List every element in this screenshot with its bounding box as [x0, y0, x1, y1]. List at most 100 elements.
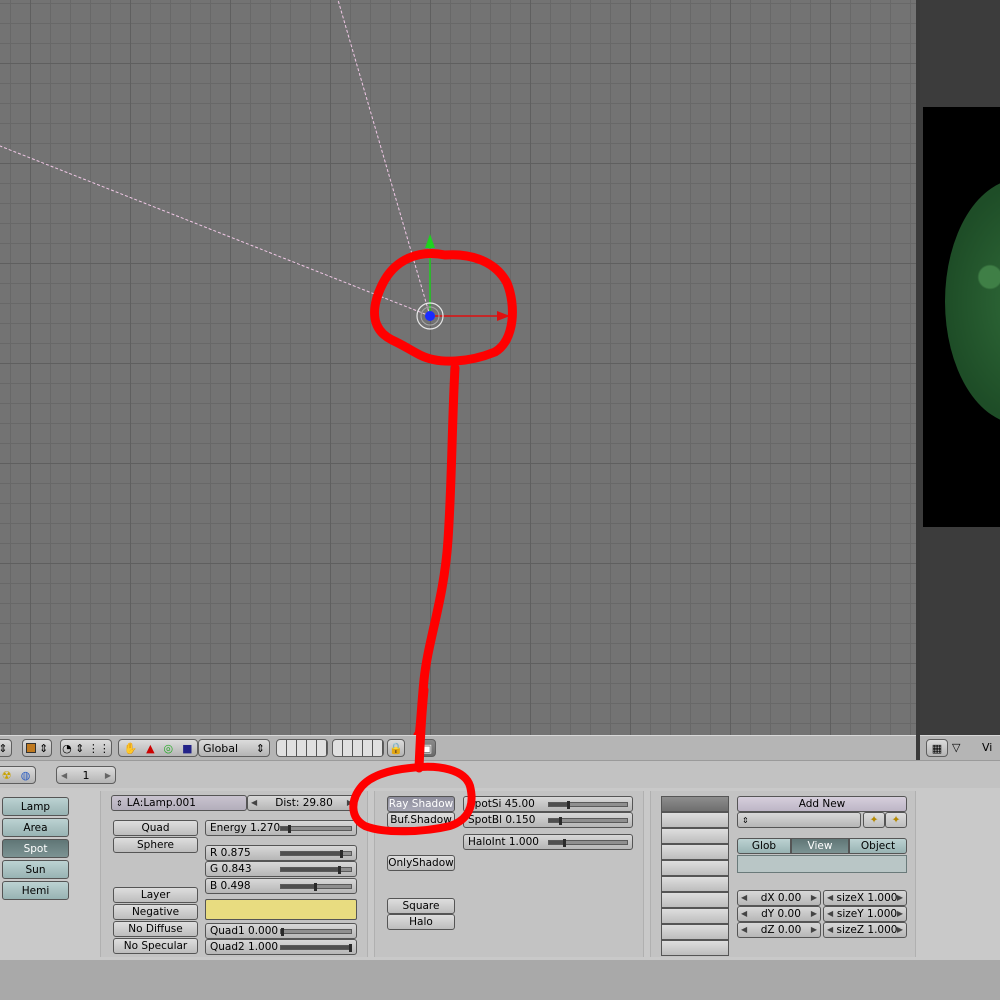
texture-channel-5[interactable]: [661, 860, 729, 876]
lamp-type-hemi[interactable]: Hemi: [2, 881, 69, 900]
halo-intensity-slider[interactable]: HaloInt 1.000: [463, 834, 633, 850]
lamp-color-swatch[interactable]: [205, 899, 357, 920]
arrow-left-icon[interactable]: ◀: [827, 925, 833, 934]
texture-channel-7[interactable]: [661, 892, 729, 908]
no-specular-button[interactable]: No Specular: [113, 938, 198, 954]
orientation-select[interactable]: Global ⇕: [198, 739, 270, 757]
texture-channel-10[interactable]: [661, 940, 729, 956]
texture-channel-3[interactable]: [661, 828, 729, 844]
negative-button[interactable]: Negative: [113, 904, 198, 920]
texture-channel-1[interactable]: [661, 796, 729, 812]
quad1-track: [280, 928, 352, 936]
world-icon[interactable]: ◍: [21, 769, 31, 782]
layer-buttons-left[interactable]: [276, 739, 328, 757]
texture-channel-2[interactable]: [661, 812, 729, 828]
texture-browse-field[interactable]: ⇕: [737, 812, 861, 828]
only-shadow-button[interactable]: OnlyShadow: [387, 855, 455, 871]
texture-channel-4[interactable]: [661, 844, 729, 860]
lock-icon[interactable]: 🔒: [387, 739, 405, 757]
size-z-field[interactable]: ◀ sizeZ 1.000 ▶: [823, 922, 907, 938]
red-slider[interactable]: R 0.875: [205, 845, 357, 861]
size-x-field[interactable]: ◀ sizeX 1.000 ▶: [823, 890, 907, 906]
size-y-field[interactable]: ◀ sizeY 1.000 ▶: [823, 906, 907, 922]
transform-manipulator-group[interactable]: ✋ ▲ ◎ ■: [118, 739, 198, 757]
blue-track: [280, 883, 352, 891]
buttons-window-header: ☢ ◍ ◀ 1 ▶: [0, 760, 1000, 788]
object-name-field[interactable]: [737, 855, 907, 873]
halo-button[interactable]: Halo: [387, 914, 455, 930]
arrow-right-icon[interactable]: ▶: [897, 925, 903, 934]
red-annotation-connector: [413, 363, 460, 735]
arrow-right-icon[interactable]: ▶: [897, 909, 903, 918]
editor-type-icon[interactable]: ▦: [926, 739, 948, 757]
scale-icon[interactable]: ■: [182, 742, 192, 755]
arrow-left-icon[interactable]: ◀: [741, 893, 747, 902]
buf-shadow-button[interactable]: Buf.Shadow: [387, 812, 455, 828]
sphere-button[interactable]: Sphere: [113, 837, 198, 853]
render-view-icon[interactable]: ▣: [418, 739, 436, 757]
arrow-right-icon[interactable]: ▶: [897, 893, 903, 902]
add-new-texture-button[interactable]: Add New: [737, 796, 907, 812]
coords-glob-button[interactable]: Glob: [737, 838, 791, 854]
menu-toggle-icon[interactable]: ⇕: [0, 739, 12, 757]
lamp-type-sun[interactable]: Sun: [2, 860, 69, 879]
offset-y-field[interactable]: ◀ dY 0.00 ▶: [737, 906, 821, 922]
arrow-right-icon[interactable]: ▶: [105, 771, 111, 780]
arrow-left-icon[interactable]: ◀: [61, 771, 67, 780]
green-label: G 0.843: [210, 863, 252, 875]
texture-copy-icon[interactable]: ✦: [863, 812, 885, 828]
lamp-name-field[interactable]: ⇕ LA:Lamp.001: [111, 795, 247, 811]
offset-x-field[interactable]: ◀ dX 0.00 ▶: [737, 890, 821, 906]
arrow-right-icon[interactable]: ▶: [811, 893, 817, 902]
energy-slider[interactable]: Energy 1.270: [205, 820, 357, 836]
texture-paste-icon[interactable]: ✦: [885, 812, 907, 828]
texture-channel-8[interactable]: [661, 908, 729, 924]
arrow-left-icon[interactable]: ◀: [741, 909, 747, 918]
layer-button[interactable]: Layer: [113, 887, 198, 903]
quad2-slider[interactable]: Quad2 1.000: [205, 939, 357, 955]
hand-icon[interactable]: ✋: [123, 742, 137, 755]
ray-shadow-button[interactable]: Ray Shadow: [387, 796, 455, 812]
green-slider[interactable]: G 0.843: [205, 861, 357, 877]
texture-channel-6[interactable]: [661, 876, 729, 892]
arrow-left-icon[interactable]: ◀: [827, 909, 833, 918]
texture-channel-9[interactable]: [661, 924, 729, 940]
lamp-type-spot[interactable]: Spot: [2, 839, 69, 858]
spot-cone-line-left: [0, 145, 431, 317]
spot-blend-slider[interactable]: SpotBl 0.150: [463, 812, 633, 828]
arrow-left-icon[interactable]: ◀: [741, 925, 747, 934]
blue-slider[interactable]: B 0.498: [205, 878, 357, 894]
object-mode-icon[interactable]: ⇕: [22, 739, 52, 757]
square-button[interactable]: Square: [387, 898, 455, 914]
layer-buttons-right[interactable]: [332, 739, 384, 757]
offset-z-field[interactable]: ◀ dZ 0.00 ▶: [737, 922, 821, 938]
halo-intensity-track: [548, 839, 628, 847]
arrow-right-icon[interactable]: ▶: [811, 909, 817, 918]
spot-lamp-object[interactable]: [416, 302, 444, 330]
quad2-knob: [349, 944, 352, 952]
quad1-slider[interactable]: Quad1 0.000: [205, 923, 357, 939]
radiation-icon[interactable]: ☢: [2, 769, 12, 782]
y-axis-arrow[interactable]: [425, 234, 435, 248]
arrow-right-icon[interactable]: ▶: [347, 798, 353, 807]
arrow-right-icon[interactable]: ▶: [811, 925, 817, 934]
draw-type-icon[interactable]: ◔ ⇕ ⋮⋮: [60, 739, 112, 757]
arrow-left-icon[interactable]: ◀: [251, 798, 257, 807]
dist-field[interactable]: ◀ Dist: 29.80 ▶: [247, 795, 357, 811]
no-diffuse-button[interactable]: No Diffuse: [113, 921, 198, 937]
view-menu[interactable]: Vi: [982, 741, 992, 754]
lamp-type-area[interactable]: Area: [2, 818, 69, 837]
lamp-type-lamp[interactable]: Lamp: [2, 797, 69, 816]
frame-counter[interactable]: ◀ 1 ▶: [56, 766, 116, 784]
spot-size-slider[interactable]: SpotSi 45.00: [463, 796, 633, 812]
coords-object-button[interactable]: Object: [849, 838, 907, 854]
translate-icon[interactable]: ▲: [146, 742, 154, 755]
chevron-down-icon[interactable]: ▽: [952, 741, 960, 754]
rotate-icon[interactable]: ◎: [164, 742, 174, 755]
red-annotation-circle-lamp: [370, 249, 517, 366]
quad-button[interactable]: Quad: [113, 820, 198, 836]
coords-view-button[interactable]: View: [791, 838, 849, 854]
arrow-left-icon[interactable]: ◀: [827, 893, 833, 902]
3d-viewport[interactable]: [0, 0, 916, 735]
context-buttons[interactable]: ☢ ◍: [0, 766, 36, 784]
